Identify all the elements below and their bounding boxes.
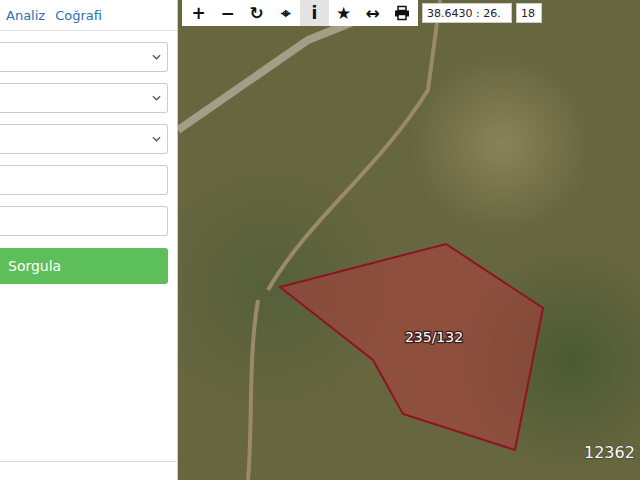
chevron-down-icon <box>152 136 161 142</box>
tool-button[interactable]: + <box>184 0 213 26</box>
coordinate-field[interactable]: 38.6430 : 26. <box>422 3 512 23</box>
tool-button[interactable]: − <box>213 0 242 26</box>
tool-button[interactable]: ★ <box>329 0 358 26</box>
map-toolbar: +−↻⌖i★↔38.6430 : 26.18 <box>182 0 542 26</box>
query-form: Sorgula <box>0 31 177 284</box>
text-field[interactable] <box>0 165 168 195</box>
tool-button[interactable] <box>387 0 416 26</box>
map-canvas[interactable]: 235/13212362+−↻⌖i★↔38.6430 : 26.18 <box>178 0 640 480</box>
zoom-field[interactable]: 18 <box>516 3 542 23</box>
select-field[interactable] <box>0 42 168 72</box>
tool-group: +−↻⌖i★↔ <box>182 0 418 26</box>
tab[interactable]: Analiz <box>6 8 45 23</box>
road <box>178 20 358 130</box>
tab[interactable]: Coğrafi <box>55 8 102 23</box>
chevron-down-icon <box>152 54 161 60</box>
query-button[interactable]: Sorgula <box>0 248 168 284</box>
tool-button[interactable]: ⌖ <box>271 0 300 26</box>
tool-button[interactable]: ↻ <box>242 0 271 26</box>
tool-button[interactable]: ↔ <box>358 0 387 26</box>
select-field[interactable] <box>0 83 168 113</box>
select-field[interactable] <box>0 124 168 154</box>
print-icon <box>394 5 410 21</box>
satellite-map: 235/132 12362 <box>178 0 640 480</box>
tool-button[interactable]: i <box>300 0 329 26</box>
track <box>268 0 440 290</box>
parcel[interactable]: 235/132 <box>280 244 543 450</box>
parcel-query-page: AnalizCoğrafiSorgula235/13212362+−↻⌖i★↔3… <box>0 0 640 480</box>
divider <box>0 461 177 462</box>
map-label: 12362 <box>584 443 635 462</box>
text-field[interactable] <box>0 206 168 236</box>
sidebar: Analiz Coğrafi Sorgula <box>0 0 178 480</box>
tab-bar: Analiz Coğrafi <box>0 0 177 31</box>
chevron-down-icon <box>152 95 161 101</box>
svg-text:235/132: 235/132 <box>405 329 463 345</box>
track <box>248 300 258 480</box>
